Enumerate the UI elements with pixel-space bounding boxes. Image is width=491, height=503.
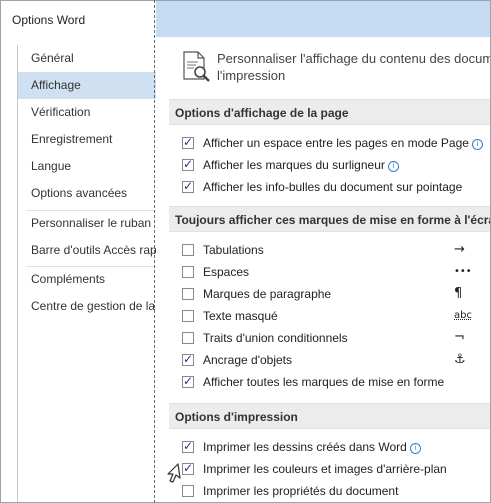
checkbox-show-whitespace[interactable]	[182, 135, 194, 149]
document-magnifier-icon	[183, 51, 210, 82]
option-label: Traits d'union conditionnels	[203, 331, 348, 345]
checkbox-show-all-marks[interactable]	[182, 374, 194, 388]
option-show-all-marks[interactable]: Afficher toutes les marques de mise en f…	[182, 374, 490, 392]
sidebar-item-advanced[interactable]: Options avancées	[18, 180, 156, 207]
option-document-tooltips[interactable]: Afficher les info-bulles du document sur…	[182, 179, 490, 197]
optional-hyphen-icon: ¬	[454, 330, 465, 345]
option-label: Afficher les marques du surligneur i	[203, 158, 399, 172]
section-header-page-display: Options d'affichage de la page	[169, 99, 490, 125]
option-label: Imprimer les couleurs et images d'arrièr…	[203, 462, 447, 476]
anchor-icon: ⚓	[454, 352, 466, 367]
display-options-panel: Personnaliser l'affichage du contenu des…	[156, 37, 490, 502]
option-label: Espaces	[203, 265, 250, 279]
sidebar-item-language[interactable]: Langue	[18, 153, 156, 180]
dashed-divider	[154, 0, 155, 503]
space-dots-icon: •••	[454, 266, 472, 277]
sidebar-item-save[interactable]: Enregistrement	[18, 126, 156, 153]
window-title: Options Word	[12, 13, 86, 27]
section-header-printing: Options d'impression	[169, 403, 490, 429]
mouse-pointer-icon	[167, 463, 181, 483]
sidebar-item-trust-center[interactable]: Centre de gestion de la confidentialité	[18, 293, 156, 320]
intro-line-2: l'impression	[217, 68, 286, 83]
sidebar-item-proofing[interactable]: Vérification	[18, 99, 156, 126]
checkbox-highlighter-marks[interactable]	[182, 157, 194, 171]
option-label: Afficher un espace entre les pages en mo…	[203, 136, 483, 150]
option-label: Marques de paragraphe	[203, 287, 332, 301]
option-tab-characters[interactable]: Tabulations →	[182, 242, 490, 260]
option-hidden-text[interactable]: Texte masqué abc	[182, 308, 490, 326]
option-print-background[interactable]: Imprimer les couleurs et images d'arrièr…	[182, 461, 490, 479]
option-object-anchors[interactable]: Ancrage d'objets ⚓	[182, 352, 490, 370]
option-label: Afficher les info-bulles du document sur…	[203, 180, 463, 194]
info-icon: i	[387, 161, 399, 172]
checkbox-print-properties[interactable]	[182, 485, 194, 497]
intro-line-1: Personnaliser l'affichage du contenu des…	[217, 51, 490, 66]
sidebar-item-customize-ribbon[interactable]: Personnaliser le ruban	[18, 210, 156, 237]
option-print-drawings[interactable]: Imprimer les dessins créés dans Wordi	[182, 439, 490, 457]
checkbox-tab-characters[interactable]	[182, 244, 194, 256]
title-bar-accent	[156, 1, 490, 37]
option-optional-hyphens[interactable]: Traits d'union conditionnels ¬	[182, 330, 490, 348]
tab-arrow-icon: →	[454, 242, 465, 257]
checkbox-print-drawings[interactable]	[182, 439, 194, 453]
checkbox-object-anchors[interactable]	[182, 352, 194, 366]
option-spaces[interactable]: Espaces •••	[182, 264, 490, 282]
checkbox-hidden-text[interactable]	[182, 310, 194, 322]
intro-description: Personnaliser l'affichage du contenu des…	[217, 50, 490, 84]
option-highlighter-marks[interactable]: Afficher les marques du surligneuri	[182, 157, 490, 175]
category-sidebar: Général Affichage Vérification Enregistr…	[17, 45, 156, 502]
option-label: Afficher toutes les marques de mise en f…	[203, 375, 445, 389]
option-label: Tabulations	[203, 243, 264, 257]
option-label: Imprimer les propriétés du document	[203, 484, 399, 498]
option-label: Imprimer les dessins créés dans Word i	[203, 440, 421, 454]
sidebar-item-display[interactable]: Affichage	[18, 72, 156, 99]
sidebar-item-quick-access-toolbar[interactable]: Barre d'outils Accès rapide	[18, 237, 156, 264]
checkbox-paragraph-marks[interactable]	[182, 288, 194, 300]
info-icon: i	[409, 443, 421, 454]
sidebar-item-add-ins[interactable]: Compléments	[18, 266, 156, 293]
option-show-whitespace[interactable]: Afficher un espace entre les pages en mo…	[182, 135, 490, 153]
info-icon: i	[471, 139, 483, 150]
checkbox-optional-hyphens[interactable]	[182, 332, 194, 344]
option-paragraph-marks[interactable]: Marques de paragraphe ¶	[182, 286, 490, 304]
hidden-text-icon: abc	[454, 310, 472, 321]
section-header-formatting-marks: Toujours afficher ces marques de mise en…	[169, 206, 490, 232]
option-label: Ancrage d'objets	[203, 353, 293, 367]
pilcrow-icon: ¶	[454, 286, 463, 301]
checkbox-document-tooltips[interactable]	[182, 179, 194, 193]
checkbox-spaces[interactable]	[182, 266, 194, 278]
option-print-properties[interactable]: Imprimer les propriétés du document	[182, 483, 490, 501]
option-label: Texte masqué	[203, 309, 278, 323]
options-dialog: Options Word Général Affichage Vérificat…	[0, 0, 491, 503]
title-bar: Options Word	[1, 1, 490, 37]
sidebar-item-general[interactable]: Général	[18, 45, 156, 72]
